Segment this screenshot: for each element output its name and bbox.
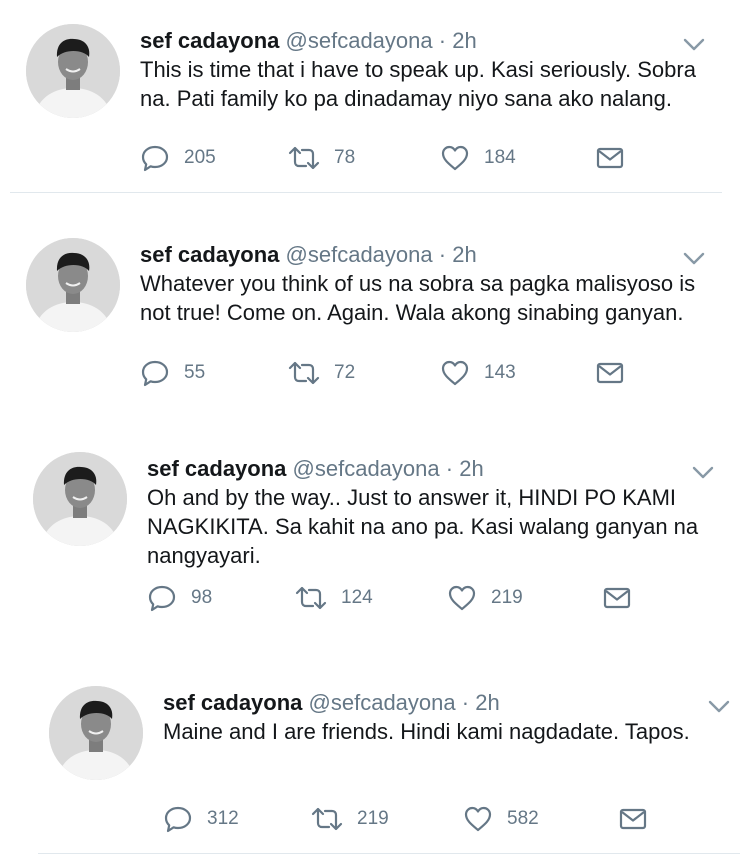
tweet-actions: 205 78 184 (140, 143, 640, 173)
retweet-count: 72 (334, 362, 356, 383)
tweet-divider (38, 853, 740, 854)
heart-icon (441, 360, 469, 386)
heart-icon (448, 585, 476, 611)
reply-icon (148, 585, 176, 612)
user-handle[interactable]: @sefcadayona (286, 28, 433, 53)
display-name[interactable]: sef cadayona (140, 242, 279, 267)
tweet-text: This is time that i have to speak up. Ka… (140, 57, 696, 111)
tweet[interactable]: sef cadayona @sefcadayona · 2h Oh and by… (33, 452, 738, 617)
user-handle[interactable]: @sefcadayona (293, 456, 440, 481)
reply-icon (141, 360, 169, 387)
display-name[interactable]: sef cadayona (163, 690, 302, 715)
timestamp[interactable]: 2h (452, 242, 476, 267)
like-count: 143 (484, 362, 516, 383)
tweet[interactable]: sef cadayona @sefcadayona · 2h Maine and… (49, 686, 739, 846)
tweet-actions: 55 72 143 (140, 358, 640, 388)
timestamp[interactable]: 2h (452, 28, 476, 53)
like-count: 184 (484, 147, 516, 168)
direct-message-icon (596, 362, 624, 384)
tweet[interactable]: sef cadayona @sefcadayona · 2h This is t… (26, 24, 736, 184)
heart-icon (441, 145, 469, 171)
heart-icon (464, 806, 492, 832)
reply-count: 98 (191, 587, 213, 608)
chevron-down-icon[interactable] (683, 38, 705, 52)
user-handle[interactable]: @sefcadayona (286, 242, 433, 267)
reply-icon (141, 145, 169, 172)
reply-button[interactable]: 205 (140, 143, 216, 173)
avatar[interactable] (26, 238, 120, 332)
separator-dot: · (445, 456, 454, 481)
separator-dot: · (438, 28, 447, 53)
retweet-icon (311, 807, 343, 831)
reply-count: 205 (184, 147, 216, 168)
chevron-down-icon[interactable] (683, 252, 705, 266)
tweet-text: Whatever you think of us na sobra sa pag… (140, 271, 696, 325)
retweet-icon (288, 361, 320, 385)
retweet-count: 78 (334, 147, 356, 168)
retweet-icon (288, 146, 320, 170)
direct-message-button[interactable] (596, 143, 624, 173)
display-name[interactable]: sef cadayona (140, 28, 279, 53)
retweet-button[interactable]: 124 (295, 583, 373, 613)
retweet-button[interactable]: 78 (288, 143, 355, 173)
retweet-button[interactable]: 219 (311, 804, 389, 834)
timestamp[interactable]: 2h (475, 690, 499, 715)
avatar[interactable] (26, 24, 120, 118)
direct-message-icon (596, 147, 624, 169)
avatar[interactable] (49, 686, 143, 780)
avatar[interactable] (33, 452, 127, 546)
retweet-count: 124 (341, 587, 373, 608)
like-button[interactable]: 143 (440, 358, 516, 388)
like-count: 219 (491, 587, 523, 608)
direct-message-button[interactable] (596, 358, 624, 388)
tweet-actions: 98 124 219 (147, 583, 647, 613)
like-button[interactable]: 582 (463, 804, 539, 834)
reply-count: 55 (184, 362, 206, 383)
separator-dot: · (438, 242, 447, 267)
tweet-text: Oh and by the way.. Just to answer it, H… (147, 485, 699, 568)
separator-dot: · (461, 690, 470, 715)
reply-button[interactable]: 55 (140, 358, 205, 388)
display-name[interactable]: sef cadayona (147, 456, 286, 481)
tweet-actions: 312 219 582 (163, 804, 663, 834)
tweet-text: Maine and I are friends. Hindi kami nagd… (163, 719, 690, 744)
chevron-down-icon[interactable] (692, 466, 714, 480)
direct-message-icon (603, 587, 631, 609)
retweet-icon (295, 586, 327, 610)
like-button[interactable]: 219 (447, 583, 523, 613)
reply-icon (164, 806, 192, 833)
direct-message-button[interactable] (619, 804, 647, 834)
reply-count: 312 (207, 808, 239, 829)
like-count: 582 (507, 808, 539, 829)
timestamp[interactable]: 2h (459, 456, 483, 481)
direct-message-button[interactable] (603, 583, 631, 613)
reply-button[interactable]: 312 (163, 804, 239, 834)
tweet[interactable]: sef cadayona @sefcadayona · 2h Whatever … (26, 238, 736, 398)
tweet-divider (10, 192, 722, 193)
like-button[interactable]: 184 (440, 143, 516, 173)
direct-message-icon (619, 808, 647, 830)
user-handle[interactable]: @sefcadayona (309, 690, 456, 715)
reply-button[interactable]: 98 (147, 583, 212, 613)
retweet-count: 219 (357, 808, 389, 829)
retweet-button[interactable]: 72 (288, 358, 355, 388)
chevron-down-icon[interactable] (708, 700, 730, 714)
